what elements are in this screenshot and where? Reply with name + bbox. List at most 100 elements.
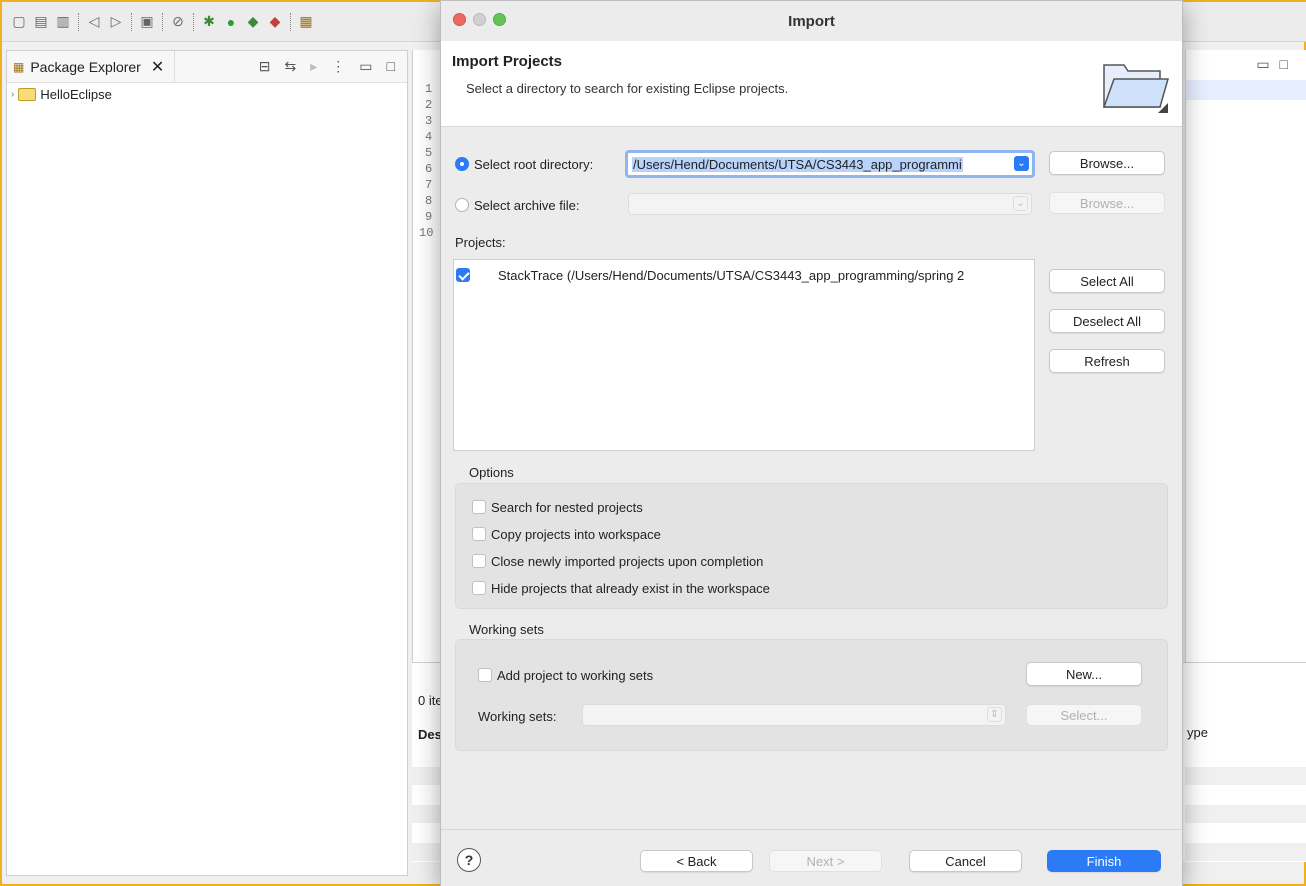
- new-working-set-button[interactable]: New...: [1026, 662, 1142, 686]
- browse-archive-button[interactable]: Browse...: [1049, 192, 1165, 214]
- table-row: [412, 843, 442, 861]
- tree-item-project[interactable]: › HelloEclipse: [7, 83, 407, 102]
- collapse-all-icon[interactable]: ⊟: [259, 58, 271, 75]
- view-menu-icon[interactable]: ⋮: [331, 58, 345, 75]
- hide-existing-checkbox[interactable]: [472, 581, 486, 595]
- finish-button[interactable]: Finish: [1047, 850, 1161, 872]
- dialog-banner: Import Projects Select a directory to se…: [441, 41, 1182, 127]
- refresh-button[interactable]: Refresh: [1049, 349, 1165, 373]
- save-icon[interactable]: ▤: [32, 13, 50, 31]
- table-row: [412, 805, 442, 823]
- line-number: 8: [425, 194, 433, 208]
- project-folder-icon: [18, 88, 37, 101]
- filter-icon[interactable]: ▸: [310, 58, 317, 75]
- package-explorer-tools: ⊟ ⇆ ▸ ⋮ ▭ □: [259, 58, 407, 75]
- open-folder-icon: [1102, 64, 1169, 113]
- zoom-window-button[interactable]: [493, 13, 506, 26]
- line-number: 4: [425, 130, 433, 144]
- working-sets-field-label: Working sets:: [478, 709, 557, 724]
- options-group: Search for nested projects Copy projects…: [455, 483, 1168, 609]
- root-directory-label: Select root directory:: [474, 157, 594, 172]
- project-checkbox[interactable]: [456, 268, 470, 282]
- line-number: 2: [425, 98, 433, 112]
- dialog-footer: ? < Back Next > Cancel Finish: [441, 829, 1182, 886]
- add-working-sets-checkbox[interactable]: [478, 668, 492, 682]
- description-column-header: Des: [418, 727, 442, 742]
- run-icon[interactable]: ●: [222, 13, 240, 31]
- items-count: 0 ite: [418, 693, 443, 708]
- banner-description: Select a directory to search for existin…: [466, 81, 789, 96]
- chevron-down-icon[interactable]: ⌄: [1013, 196, 1028, 211]
- working-sets-label: Working sets: [469, 622, 544, 637]
- outline-selection: [1186, 80, 1306, 100]
- package-explorer-panel: ▦ Package Explorer ✕ ⊟ ⇆ ▸ ⋮ ▭ □ › Hello…: [6, 50, 408, 876]
- banner-title: Import Projects: [452, 53, 563, 70]
- archive-file-combo[interactable]: ⌄: [628, 193, 1032, 215]
- browse-root-button[interactable]: Browse...: [1049, 151, 1165, 175]
- line-number: 3: [425, 114, 433, 128]
- working-sets-combo[interactable]: ⇕: [582, 704, 1006, 726]
- line-number: 7: [425, 178, 433, 192]
- line-number: 9: [425, 210, 433, 224]
- root-directory-combo[interactable]: /Users/Hend/Documents/UTSA/CS3443_app_pr…: [625, 150, 1035, 178]
- table-row: [1185, 767, 1306, 785]
- nested-projects-checkbox[interactable]: [472, 500, 486, 514]
- add-working-sets-label[interactable]: Add project to working sets: [497, 668, 653, 683]
- table-row: [1185, 805, 1306, 823]
- help-icon[interactable]: ?: [457, 848, 481, 872]
- line-number: 10: [419, 226, 434, 240]
- forward-arrow-icon[interactable]: ▷: [107, 13, 125, 31]
- outline-window-controls[interactable]: ▭□: [1256, 56, 1298, 73]
- save-all-icon[interactable]: ▥: [54, 13, 72, 31]
- package-explorer-header: ▦ Package Explorer ✕ ⊟ ⇆ ▸ ⋮ ▭ □: [7, 51, 407, 83]
- type-column-header: ype: [1187, 725, 1208, 740]
- select-working-set-button[interactable]: Select...: [1026, 704, 1142, 726]
- archive-file-radio[interactable]: [455, 198, 469, 212]
- close-icon[interactable]: ✕: [151, 57, 164, 77]
- coverage-icon[interactable]: ◆: [244, 13, 262, 31]
- new-package-icon[interactable]: ▦: [297, 13, 315, 31]
- editor-gutter: 1 2 3 4 5 6 7 8 9 10: [412, 50, 442, 670]
- projects-label: Projects:: [455, 235, 506, 250]
- projects-list[interactable]: StackTrace (/Users/Hend/Documents/UTSA/C…: [453, 259, 1035, 451]
- close-imported-checkbox[interactable]: [472, 554, 486, 568]
- minimize-window-button[interactable]: [473, 13, 486, 26]
- next-button[interactable]: Next >: [769, 850, 882, 872]
- cancel-button[interactable]: Cancel: [909, 850, 1022, 872]
- chevron-updown-icon[interactable]: ⇕: [987, 707, 1002, 722]
- root-directory-value: /Users/Hend/Documents/UTSA/CS3443_app_pr…: [632, 156, 963, 172]
- close-window-button[interactable]: [453, 13, 466, 26]
- project-item-label[interactable]: StackTrace (/Users/Hend/Documents/UTSA/C…: [498, 268, 964, 283]
- package-explorer-icon: ▦: [13, 59, 25, 74]
- deselect-all-button[interactable]: Deselect All: [1049, 309, 1165, 333]
- toolbar-separator: [193, 12, 194, 31]
- debug-icon[interactable]: ✱: [200, 13, 218, 31]
- close-imported-label[interactable]: Close newly imported projects upon compl…: [491, 554, 763, 569]
- archive-file-label: Select archive file:: [474, 198, 580, 213]
- minimize-icon[interactable]: ▭: [359, 58, 372, 75]
- external-tools-icon[interactable]: ◆: [266, 13, 284, 31]
- line-number: 6: [425, 162, 433, 176]
- dialog-titlebar: Import: [441, 1, 1182, 41]
- toolbar-separator: [162, 12, 163, 31]
- nested-projects-label[interactable]: Search for nested projects: [491, 500, 643, 515]
- copy-projects-checkbox[interactable]: [472, 527, 486, 541]
- chevron-right-icon[interactable]: ›: [11, 89, 14, 100]
- select-all-button[interactable]: Select All: [1049, 269, 1165, 293]
- package-explorer-tab[interactable]: ▦ Package Explorer ✕: [13, 51, 176, 82]
- skip-breakpoints-icon[interactable]: ⊘: [169, 13, 187, 31]
- chevron-down-icon[interactable]: ⌄: [1014, 156, 1029, 171]
- link-editor-icon[interactable]: ⇆: [285, 58, 297, 75]
- root-directory-radio[interactable]: [455, 157, 469, 171]
- hide-existing-label[interactable]: Hide projects that already exist in the …: [491, 581, 770, 596]
- back-button[interactable]: < Back: [640, 850, 753, 872]
- line-number: 5: [425, 146, 433, 160]
- toolbar-separator: [131, 12, 132, 31]
- new-file-icon[interactable]: ▢: [10, 13, 28, 31]
- line-number: 1: [425, 82, 433, 96]
- console-icon[interactable]: ▣: [138, 13, 156, 31]
- maximize-icon[interactable]: □: [387, 58, 395, 75]
- dialog-title: Import: [788, 12, 835, 30]
- back-arrow-icon[interactable]: ◁: [85, 13, 103, 31]
- copy-projects-label[interactable]: Copy projects into workspace: [491, 527, 661, 542]
